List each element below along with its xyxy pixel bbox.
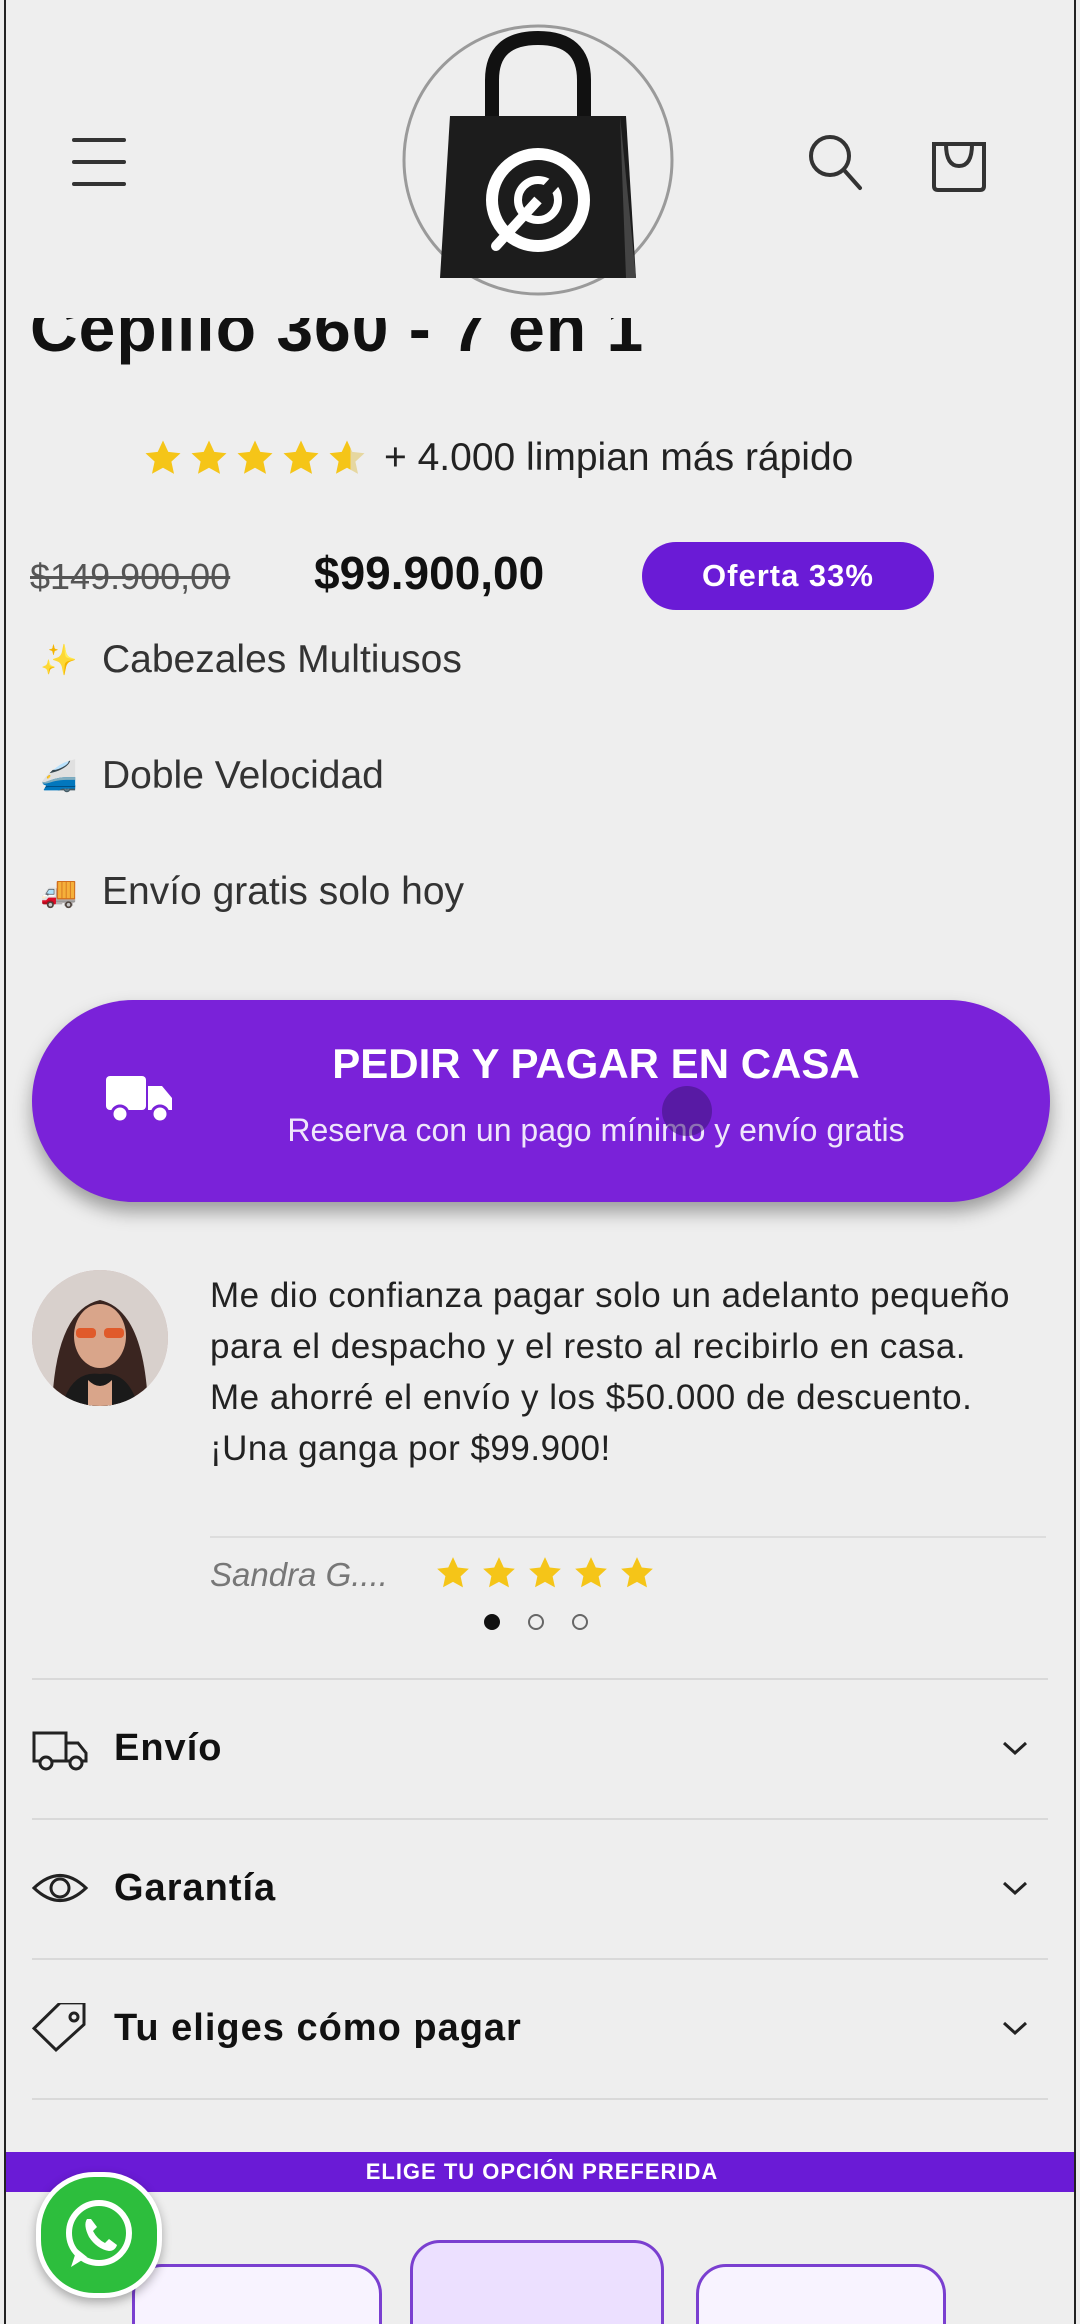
train-icon: 🚄	[40, 759, 78, 793]
divider	[32, 1678, 1048, 1680]
star-icon	[237, 440, 273, 474]
feature-item: ✨ Cabezales Multiusos	[36, 638, 462, 682]
accordion-pago[interactable]: Tu eliges cómo pagar	[30, 1988, 1030, 2068]
carousel-dots	[484, 1614, 588, 1630]
star-icon	[483, 1557, 515, 1588]
review-text: Me dio confianza pagar solo un adelanto …	[210, 1276, 1010, 1468]
whatsapp-icon	[66, 2200, 132, 2267]
chevron-down-icon	[1002, 2021, 1028, 2036]
delivery-truck-icon: 🚚	[40, 875, 78, 909]
star-icon	[145, 440, 181, 474]
product-page: Cepillo 360 - 7 en 1 + 4.000 limpian más…	[4, 0, 1076, 2324]
compare-price: $149.900,00	[30, 556, 231, 597]
review-stars	[434, 1554, 656, 1592]
star-icon	[437, 1557, 469, 1588]
accordion-garantia[interactable]: Garantía	[30, 1848, 1030, 1928]
rating-text: + 4.000 limpian más rápido	[384, 436, 854, 479]
chevron-down-icon	[1002, 1881, 1028, 1896]
sparkles-icon: ✨	[40, 643, 78, 677]
product-title: Cepillo 360 - 7 en 1	[30, 318, 645, 365]
rating-stars	[142, 437, 368, 479]
carousel-dot[interactable]	[572, 1614, 588, 1630]
star-icon	[283, 440, 319, 474]
shopping-bag-logo[interactable]	[400, 20, 676, 298]
cta-title: PEDIR Y PAGAR EN CASA	[332, 1040, 860, 1087]
feature-label: Doble Velocidad	[102, 754, 384, 797]
cta-subtitle: Reserva con un pago mínimo y envío grati…	[287, 1112, 905, 1148]
truck-icon	[32, 1731, 88, 1771]
whatsapp-button[interactable]	[36, 2172, 162, 2298]
feature-label: Envío gratis solo hoy	[102, 870, 465, 913]
tag-icon	[31, 2003, 86, 2053]
reviewer-name: Sandra G....	[210, 1556, 388, 1593]
offer-badge: Oferta 33%	[642, 542, 934, 610]
accordion-label: Garantía	[114, 1866, 277, 1909]
cart-icon[interactable]	[928, 128, 990, 194]
half-star-icon	[329, 440, 365, 474]
feature-label: Cabezales Multiusos	[102, 638, 462, 681]
payment-option-card[interactable]	[696, 2264, 946, 2324]
carousel-dot[interactable]	[484, 1614, 500, 1630]
feature-item: 🚄 Doble Velocidad	[36, 754, 384, 798]
promo-band: ELIGE TU OPCIÓN PREFERIDA	[6, 2152, 1074, 2192]
eye-icon	[31, 1874, 89, 1902]
hamburger-icon[interactable]	[72, 138, 128, 188]
sale-price: $99.900,00	[314, 547, 545, 599]
star-icon	[575, 1557, 607, 1588]
divider	[210, 1536, 1046, 1538]
accordion-envio[interactable]: Envío	[30, 1708, 1030, 1788]
carousel-dot[interactable]	[528, 1614, 544, 1630]
touch-indicator	[662, 1086, 712, 1136]
rating-row: + 4.000 limpian más rápido	[142, 436, 853, 480]
divider	[32, 1818, 1048, 1820]
payment-option-card-featured[interactable]	[410, 2240, 664, 2324]
star-icon	[529, 1557, 561, 1588]
payment-option-card[interactable]	[132, 2264, 382, 2324]
search-icon[interactable]	[806, 132, 864, 192]
feature-item: 🚚 Envío gratis solo hoy	[36, 870, 464, 914]
order-cod-button[interactable]: PEDIR Y PAGAR EN CASA Reserva con un pag…	[32, 1000, 1050, 1202]
accordion-label: Tu eliges cómo pagar	[114, 2006, 522, 2049]
divider	[32, 2098, 1048, 2100]
accordion-label: Envío	[114, 1726, 223, 1769]
divider	[32, 1958, 1048, 1960]
reviewer-avatar	[32, 1270, 168, 1406]
star-icon	[191, 440, 227, 474]
star-icon	[621, 1557, 653, 1588]
chevron-down-icon	[1002, 1741, 1028, 1756]
